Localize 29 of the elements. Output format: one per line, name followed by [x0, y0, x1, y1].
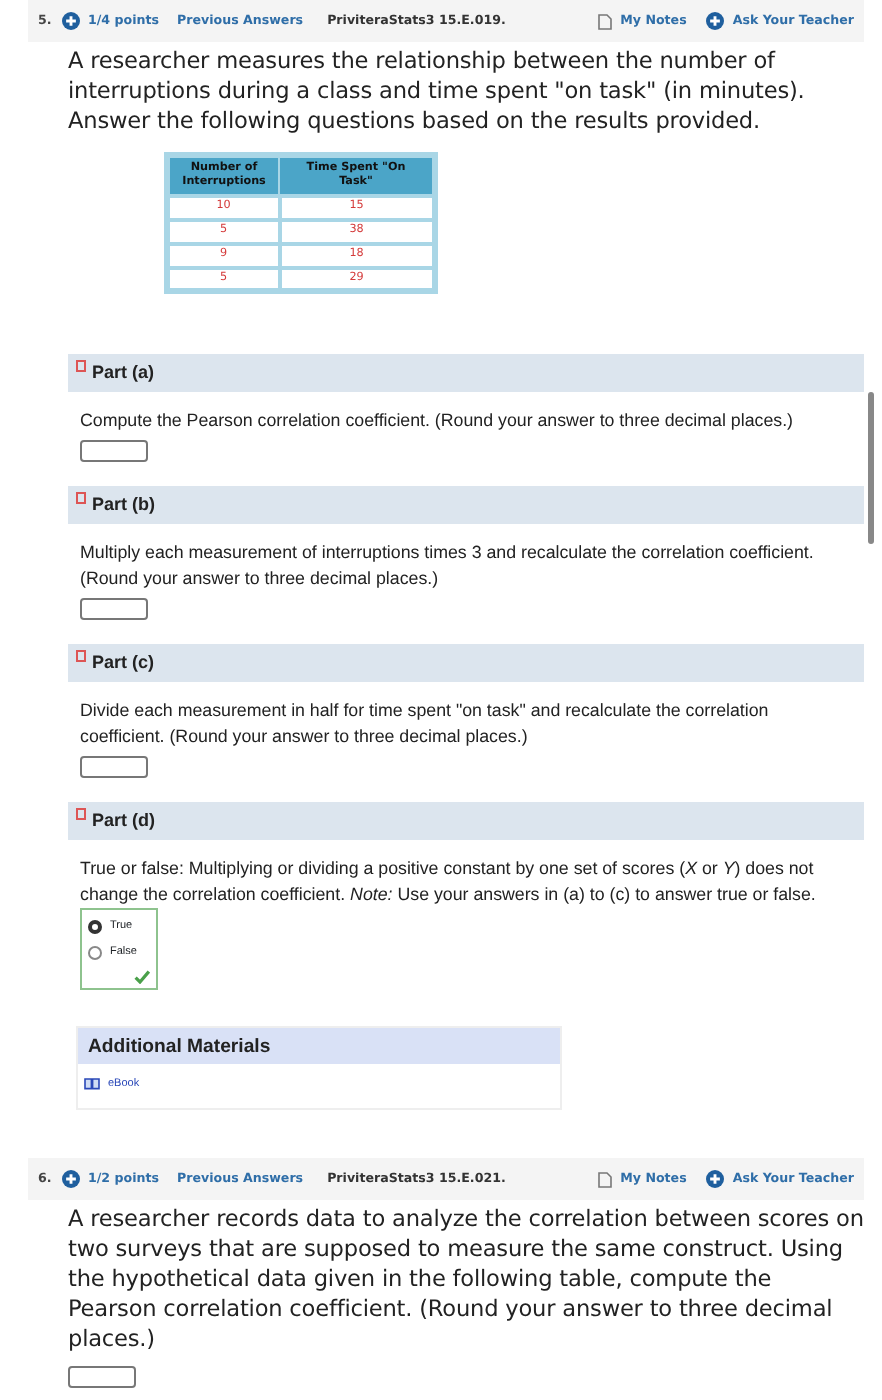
collapse-icon[interactable]: [76, 492, 86, 504]
materials-header: Additional Materials: [78, 1028, 560, 1064]
book-icon: [84, 1078, 100, 1091]
part-header[interactable]: Part (a): [68, 354, 864, 392]
radio-button[interactable]: [88, 946, 102, 960]
part-text: Compute the Pearson correlation coefficient. (Round your answer to three decimal places.): [78, 408, 795, 434]
radio-button[interactable]: [88, 920, 102, 934]
answer-field[interactable]: [80, 598, 148, 620]
answer-field[interactable]: [68, 1366, 136, 1389]
note-icon: [598, 13, 613, 29]
answer-field[interactable]: [80, 756, 148, 778]
question-text: A researcher records data to analyze the correlation between scores on two surveys that are supposed to measure the same construct. Using the hypothetical data given in the following table, compute the Pearson correlation coefficient. (Round your answer to three decimal places.): [68, 1204, 864, 1355]
note-icon: [598, 1171, 613, 1188]
collapse-icon[interactable]: [76, 360, 86, 372]
part-header[interactable]: Part (d): [68, 802, 864, 840]
answer-field[interactable]: [80, 440, 148, 462]
part-header[interactable]: Part (b): [68, 486, 864, 524]
collapse-icon[interactable]: [76, 650, 86, 662]
plus-icon: [62, 1170, 80, 1189]
question-text: A researcher measures the relationship between the number of interruptions during a class and time spent "on task" (in minutes). Answer the following questions based on the results provided.: [68, 46, 807, 136]
part-text: Multiply each measurement of interruptions times 3 and recalculate the correlation coefficient. (Round your answer to three decimal places.): [78, 540, 816, 592]
collapse-icon[interactable]: [76, 808, 86, 820]
plus-icon: [706, 12, 725, 30]
part-text: True or false: Multiplying or dividing a positive constant by one set of scores (X or Y) does not change the correlation coefficient. Note: Use your answers in (a) to (c) to answer true or false.: [78, 856, 818, 908]
part-header[interactable]: Part (c): [68, 644, 864, 682]
plus-icon: [706, 1170, 725, 1189]
part-text: Divide each measurement in half for time spent "on task" and recalculate the correlation coefficient. (Round your answer to three decimal places.): [78, 698, 771, 750]
scrollbar-thumb[interactable]: [868, 392, 874, 544]
plus-icon: [62, 12, 80, 30]
